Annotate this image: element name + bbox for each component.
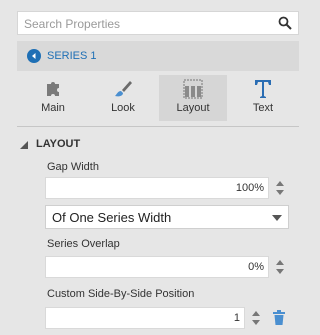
side-by-side-label: Custom Side-By-Side Position	[47, 288, 195, 300]
series-overlap-input[interactable]: 0%	[45, 256, 269, 278]
series-label[interactable]: SERIES 1	[47, 50, 97, 62]
chevron-down-icon[interactable]	[272, 214, 282, 222]
gap-unit-dropdown[interactable]: Of One Series Width	[45, 205, 289, 229]
spin-arrows-icon[interactable]	[251, 310, 261, 326]
gap-width-stepper[interactable]: 100%	[45, 177, 289, 199]
property-tabs: Main Look Layout Text	[17, 75, 299, 123]
tab-text-label: Text	[252, 102, 274, 114]
trash-icon[interactable]	[272, 310, 286, 325]
back-arrow-icon[interactable]	[27, 49, 41, 63]
search-input[interactable]: Search Properties	[24, 17, 120, 31]
search-icon[interactable]	[278, 16, 292, 30]
tab-main-label: Main	[41, 102, 65, 114]
spin-arrows-icon[interactable]	[275, 180, 285, 196]
series-breadcrumb[interactable]: SERIES 1	[17, 41, 299, 71]
tab-layout-label: Layout	[176, 102, 210, 114]
tabs-divider	[17, 126, 299, 127]
tab-text[interactable]: Text	[229, 75, 297, 121]
series-overlap-stepper[interactable]: 0%	[45, 256, 289, 278]
section-title: LAYOUT	[36, 138, 81, 150]
spin-arrows-icon[interactable]	[275, 259, 285, 275]
search-properties-field[interactable]: Search Properties	[17, 11, 299, 35]
tab-main[interactable]: Main	[19, 75, 87, 121]
layout-grid-icon	[183, 79, 203, 99]
paintbrush-icon	[115, 81, 132, 97]
tab-look-label: Look	[111, 102, 135, 114]
side-by-side-stepper[interactable]: 1	[45, 307, 265, 329]
series-overlap-label: Series Overlap	[47, 238, 120, 250]
tab-look[interactable]: Look	[89, 75, 157, 121]
gap-width-input[interactable]: 100%	[45, 177, 269, 199]
tab-layout[interactable]: Layout	[159, 75, 227, 121]
series-overlap-value: 0%	[248, 261, 264, 273]
puzzle-icon	[47, 82, 59, 96]
gap-unit-selected: Of One Series Width	[52, 210, 172, 225]
gap-width-label: Gap Width	[47, 161, 99, 173]
gap-width-value: 100%	[235, 182, 264, 194]
side-by-side-input[interactable]: 1	[45, 307, 245, 329]
collapse-triangle-icon[interactable]	[20, 141, 28, 149]
text-t-icon	[255, 80, 271, 98]
side-by-side-value: 1	[233, 312, 240, 324]
